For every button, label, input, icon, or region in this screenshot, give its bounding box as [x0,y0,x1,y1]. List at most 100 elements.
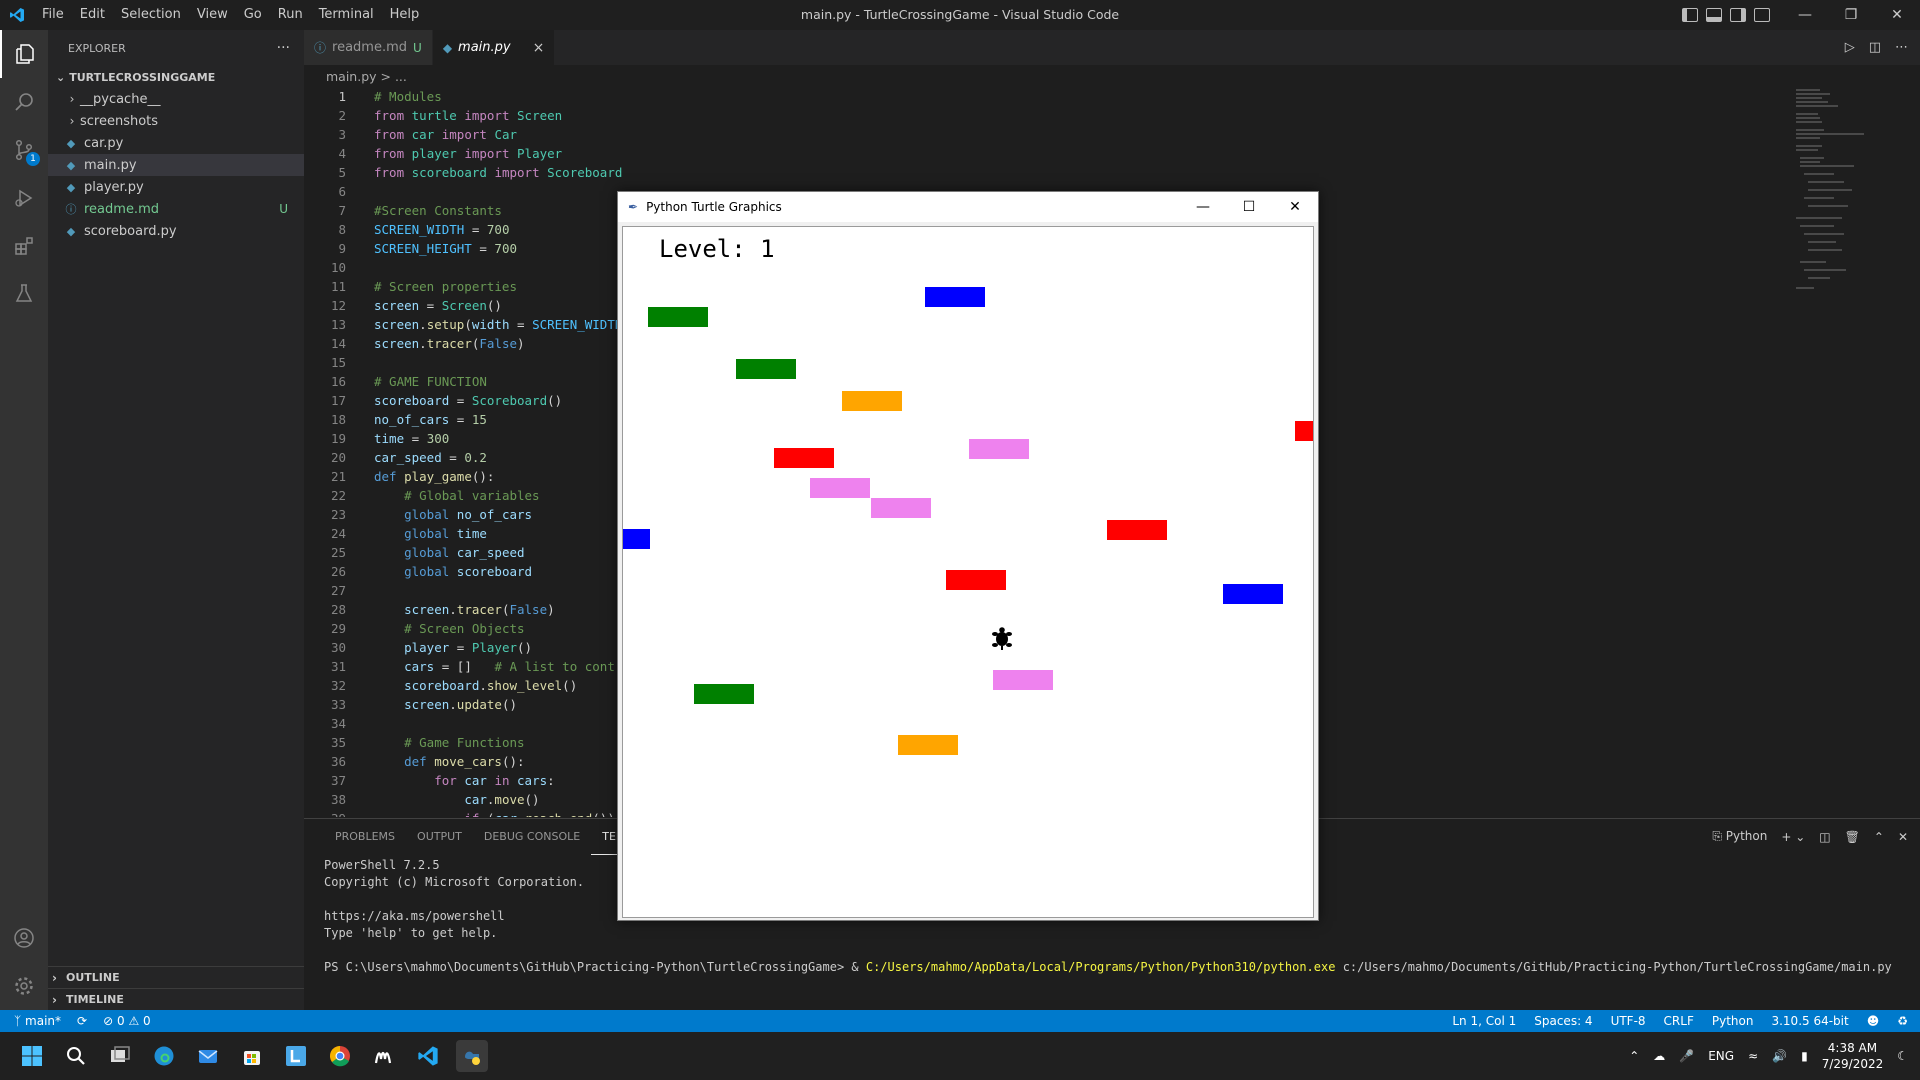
accounts-icon[interactable] [0,914,48,962]
warning-icon: ⚠ [128,1014,140,1028]
kill-terminal-icon[interactable]: 🗑 [1845,830,1860,844]
cursor-position[interactable]: Ln 1, Col 1 [1452,1014,1516,1028]
tab-close-icon[interactable]: × [533,40,545,56]
battery-icon[interactable]: ▮ [1801,1049,1808,1063]
menu-terminal[interactable]: Terminal [311,0,382,30]
vscode-taskbar-icon[interactable] [412,1040,444,1072]
minimap[interactable] [1784,87,1904,817]
toggle-panel-icon[interactable] [1706,8,1722,22]
car [993,670,1053,690]
language-mode[interactable]: Python [1712,1014,1754,1028]
code-line: 3 from car import Car [304,125,1784,144]
car [871,498,931,518]
minimize-icon[interactable]: — [1180,192,1226,222]
more-actions-icon[interactable]: ··· [277,40,290,56]
line-number: 8 [338,222,346,237]
code-comment: # Global variables [404,488,540,503]
more-actions-icon[interactable]: ⋯ [1895,40,1908,55]
tree-item-label: player.py [84,179,144,195]
sync-icon[interactable]: ⟳ [77,1014,87,1028]
start-windows-icon[interactable] [16,1040,48,1072]
chrome-icon[interactable] [324,1040,356,1072]
tree-file-scoreboard[interactable]: ◆ scoreboard.py [48,220,304,242]
encoding[interactable]: UTF-8 [1611,1014,1646,1028]
new-terminal-icon[interactable]: + ⌄ [1781,830,1805,844]
menu-run[interactable]: Run [270,0,311,30]
testing-icon[interactable] [0,270,48,318]
split-editor-icon[interactable]: ◫ [1869,40,1881,55]
toggle-secondary-sidebar-icon[interactable] [1730,8,1746,22]
onedrive-cloud-icon[interactable]: ☁ [1653,1049,1665,1063]
wifi-icon[interactable]: ≈ [1748,1049,1758,1063]
toggle-sidebar-icon[interactable] [1682,8,1698,22]
mail-icon[interactable] [192,1040,224,1072]
notifications-bell-icon[interactable]: ♻ [1897,1014,1908,1028]
tree-file-readme[interactable]: ⓘ readme.md U [48,198,304,220]
customize-layout-icon[interactable] [1754,8,1770,22]
timeline-section[interactable]: › TIMELINE [48,988,304,1010]
line-ending[interactable]: CRLF [1664,1014,1694,1028]
tree-folder-pycache[interactable]: › __pycache__ [48,88,304,110]
tree-file-car[interactable]: ◆ car.py [48,132,304,154]
volume-icon[interactable]: 🔊 [1772,1049,1787,1063]
menu-view[interactable]: View [189,0,236,30]
menu-selection[interactable]: Selection [113,0,189,30]
launcher-l-icon[interactable] [280,1040,312,1072]
edge-browser-icon[interactable] [148,1040,180,1072]
problems-indicator[interactable]: ⊘ 0 ⚠ 0 [103,1014,151,1028]
branch-indicator[interactable]: ᛉ main* [14,1014,61,1028]
terminal-shell-selector[interactable]: ⎘ Python [1712,829,1767,844]
tree-file-player[interactable]: ◆ player.py [48,176,304,198]
search-icon[interactable] [60,1040,92,1072]
extensions-icon[interactable] [0,222,48,270]
split-terminal-icon[interactable]: ◫ [1819,830,1830,844]
outline-section[interactable]: › OUTLINE [48,966,304,988]
focus-moon-icon[interactable]: ☾ [1897,1049,1908,1063]
close-icon[interactable]: ✕ [1272,192,1318,222]
tree-folder-screenshots[interactable]: › screenshots [48,110,304,132]
settings-gear-icon[interactable] [0,962,48,1010]
input-language[interactable]: ENG [1708,1049,1734,1063]
feedback-icon[interactable]: ☻ [1867,1014,1880,1028]
workspace-folder[interactable]: ⌄ TURTLECROSSINGGAME [48,66,304,88]
minimize-icon[interactable]: — [1782,0,1828,30]
breadcrumb[interactable]: main.py > ... [304,65,1784,87]
menu-go[interactable]: Go [236,0,270,30]
explorer-icon[interactable] [0,30,48,78]
code-comment: #Screen Constants [374,203,502,218]
turtle-canvas[interactable]: Level: 1 [622,226,1314,918]
python-interpreter[interactable]: 3.10.5 64-bit [1771,1014,1848,1028]
tab-output[interactable]: OUTPUT [406,819,473,854]
vscode-logo-icon [0,0,34,30]
microphone-icon[interactable]: 🎤 [1679,1049,1694,1063]
tab-debug-console[interactable]: DEBUG CONSOLE [473,819,591,854]
tab-readme[interactable]: ⓘ readme.md U [304,30,433,65]
menu-edit[interactable]: Edit [72,0,113,30]
close-panel-icon[interactable]: ✕ [1898,830,1908,844]
close-icon[interactable]: ✕ [1874,0,1920,30]
chevron-up-icon[interactable]: ⌃ [1629,1049,1639,1063]
run-python-icon[interactable]: ▷ [1845,40,1855,55]
restore-icon[interactable]: ❐ [1828,0,1874,30]
tab-main[interactable]: ◆ main.py × [432,30,556,65]
terminal-exe-path: C:/Users/mahmo/AppData/Local/Programs/Py… [865,960,1336,974]
menu-file[interactable]: File [34,0,72,30]
maximize-icon[interactable]: ☐ [1226,192,1272,222]
clock[interactable]: 4:38 AM 7/29/2022 [1822,1040,1884,1072]
turtle-window-titlebar[interactable]: ✒ Python Turtle Graphics — ☐ ✕ [618,192,1318,222]
search-icon[interactable] [0,78,48,126]
task-view-icon[interactable] [104,1040,136,1072]
maximize-panel-icon[interactable]: ⌃ [1874,830,1884,844]
run-debug-icon[interactable] [0,174,48,222]
tree-file-main[interactable]: ◆ main.py [48,154,304,176]
indentation[interactable]: Spaces: 4 [1534,1014,1592,1028]
menu-help[interactable]: Help [382,0,428,30]
source-control-icon[interactable]: 1 [0,126,48,174]
line-number: 12 [330,298,346,313]
tab-problems[interactable]: PROBLEMS [324,819,406,854]
store-icon[interactable] [236,1040,268,1072]
notion-icon[interactable] [368,1040,400,1072]
car [969,439,1029,459]
python-turtle-taskbar-icon[interactable] [456,1040,488,1072]
tree-item-label: screenshots [80,113,159,129]
